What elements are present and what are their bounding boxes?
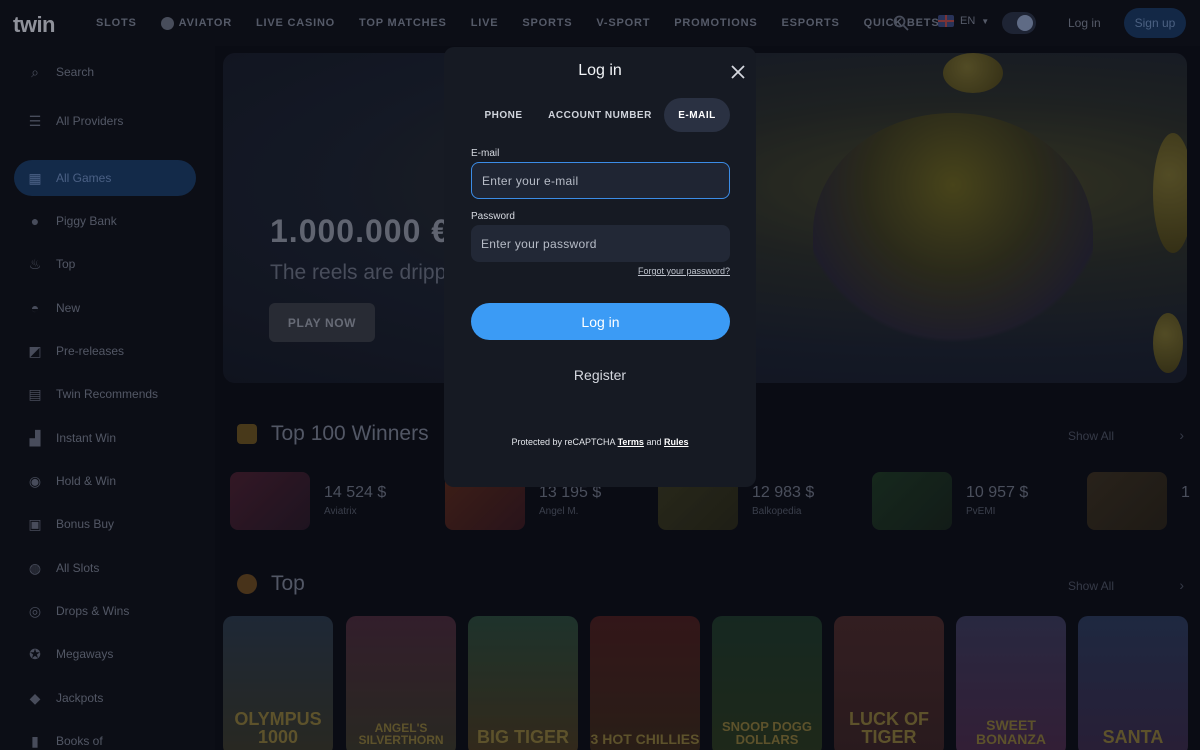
- rules-link[interactable]: Rules: [664, 437, 689, 447]
- terms-link[interactable]: Terms: [618, 437, 644, 447]
- tab-account-number[interactable]: ACCOUNT NUMBER: [536, 98, 664, 132]
- tab-email[interactable]: E-MAIL: [664, 98, 730, 132]
- email-label: E-mail: [471, 148, 500, 159]
- recaptcha-and: and: [646, 437, 662, 447]
- login-modal: Log in PHONE ACCOUNT NUMBER E-MAIL E-mai…: [444, 47, 756, 487]
- close-icon[interactable]: [730, 64, 746, 80]
- password-label: Password: [471, 211, 515, 222]
- login-method-tabs: PHONE ACCOUNT NUMBER E-MAIL: [471, 98, 730, 132]
- password-field[interactable]: Enter your password: [471, 225, 730, 262]
- modal-title: Log in: [578, 62, 622, 79]
- recaptcha-notice: Protected by reCAPTCHA Terms and Rules: [444, 437, 756, 447]
- tab-phone[interactable]: PHONE: [471, 98, 536, 132]
- email-field[interactable]: Enter your e-mail: [471, 162, 730, 199]
- forgot-password-link[interactable]: Forgot your password?: [638, 266, 730, 276]
- login-submit-button[interactable]: Log in: [471, 303, 730, 340]
- register-link[interactable]: Register: [444, 367, 756, 383]
- app: twin SLOTS AVIATOR LIVE CASINO TOP MATCH…: [0, 0, 1200, 750]
- recaptcha-text: Protected by reCAPTCHA: [511, 437, 616, 447]
